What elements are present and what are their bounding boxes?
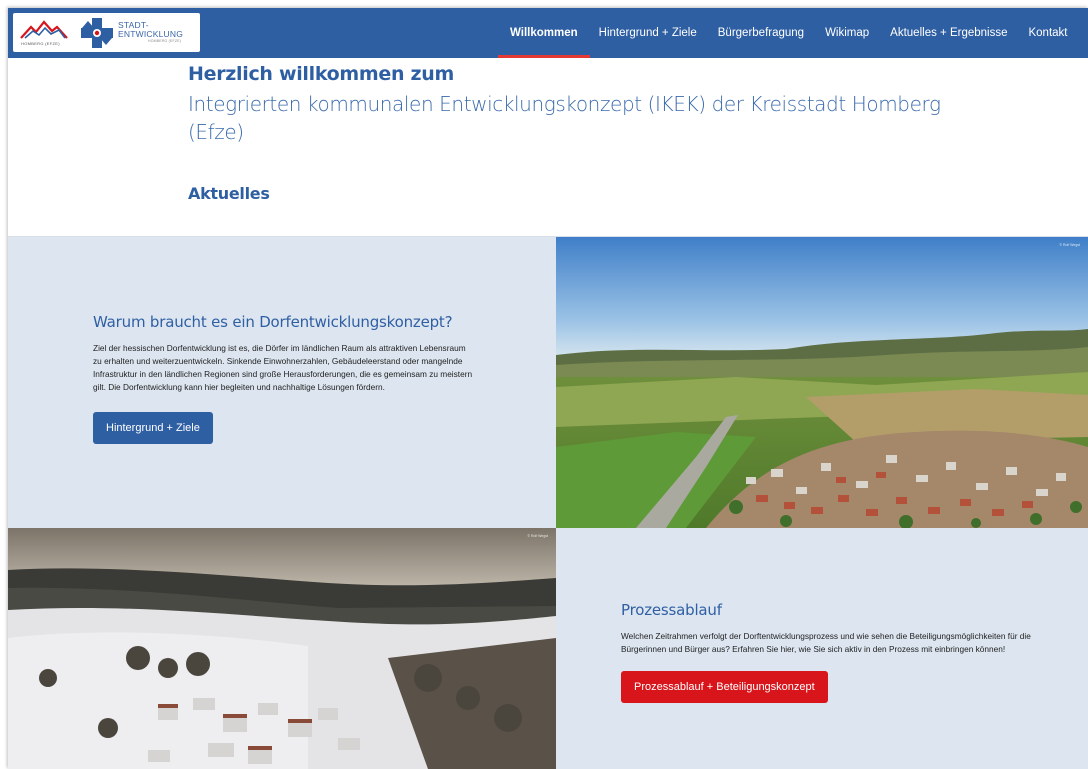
main-menu: Willkommen Hintergrund + Ziele Bürgerbef… [498, 8, 1088, 58]
logo-wordmark: STADT- ENTWICKLUNG HOMBERG (EFZE) [118, 21, 183, 44]
dorfentwicklung-card: Warum braucht es ein Dorfentwicklungskon… [8, 237, 556, 528]
top-navbar: HOMBERG (EFZE) STADT- ENTWICKLUNG HOMBER… [8, 8, 1088, 58]
homberg-logo: HOMBERG (EFZE) [13, 13, 75, 52]
prozessablauf-beteiligungskonzept-button[interactable]: Prozessablauf + Beteiligungskonzept [621, 671, 828, 703]
logo-left-caption: HOMBERG (EFZE) [21, 41, 60, 46]
photo-credit-summer: © Rolf Wegst [1059, 243, 1080, 247]
dorfentwicklung-title: Warum braucht es ein Dorfentwicklungskon… [93, 313, 453, 331]
dorfentwicklung-text: Ziel der hessischen Dorfentwicklung ist … [93, 343, 473, 392]
aktuelles-heading: Aktuelles [188, 184, 270, 203]
prozessablauf-title: Prozessablauf [621, 601, 722, 619]
page-subtitle: Integrierten kommunalen Entwicklungskonz… [188, 92, 941, 144]
crest-logo-icon [81, 17, 113, 48]
nav-item-buergerbefragung[interactable]: Bürgerbefragung [718, 8, 804, 58]
nav-item-aktuelles-ergebnisse[interactable]: Aktuelles + Ergebnisse [890, 8, 1007, 58]
logo-text-sub: HOMBERG (EFZE) [148, 39, 182, 43]
browser-viewport: HOMBERG (EFZE) STADT- ENTWICKLUNG HOMBER… [8, 8, 1088, 769]
village-winter-photo: © Rolf Wegst [8, 528, 556, 769]
site-logo[interactable]: HOMBERG (EFZE) STADT- ENTWICKLUNG HOMBER… [13, 13, 200, 52]
nav-item-wikimap[interactable]: Wikimap [825, 8, 869, 58]
page-title: Herzlich willkommen zum [188, 63, 455, 85]
logo-text-line2: ENTWICKLUNG [118, 29, 184, 39]
nav-item-hintergrund-ziele[interactable]: Hintergrund + Ziele [599, 8, 697, 58]
welcome-header: Herzlich willkommen zum Integrierten kom… [188, 62, 988, 146]
nav-item-willkommen[interactable]: Willkommen [498, 8, 590, 58]
hintergrund-ziele-button[interactable]: Hintergrund + Ziele [93, 412, 213, 444]
nav-item-kontakt[interactable]: Kontakt [1028, 8, 1067, 58]
mountain-logo-icon [20, 20, 68, 39]
village-summer-photo: © Rolf Wegst [556, 237, 1088, 528]
prozessablauf-card: Prozessablauf Welchen Zeitrahmen verfolg… [556, 528, 1088, 769]
prozessablauf-text: Welchen Zeitrahmen verfolgt der Dorftent… [621, 631, 1031, 654]
photo-credit-winter: © Rolf Wegst [527, 534, 548, 538]
